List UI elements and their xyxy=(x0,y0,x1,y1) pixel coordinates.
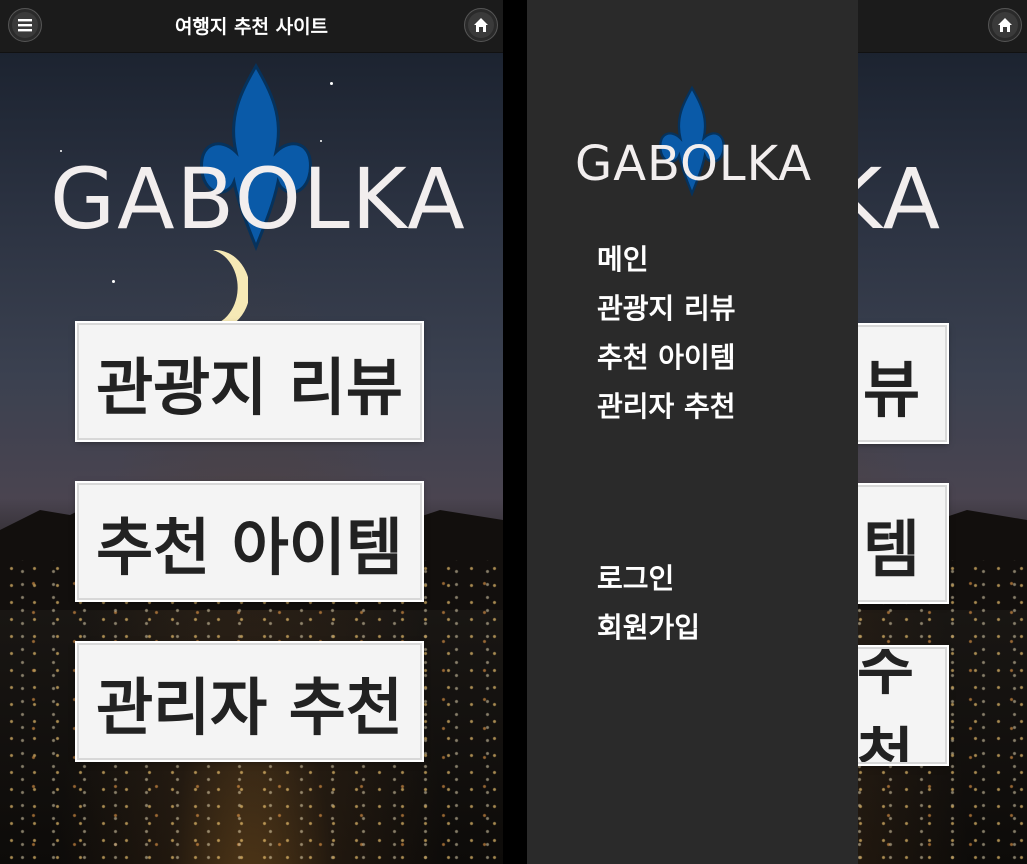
drawer-item-login[interactable]: 로그인 xyxy=(597,557,674,597)
page-title: 여행지 추천 사이트 xyxy=(174,16,329,38)
drawer-item-signup[interactable]: 회원가입 xyxy=(597,606,700,646)
recommended-items-button[interactable]: 템 xyxy=(855,485,947,602)
top-bar: 여행지 추천 사이트 xyxy=(0,0,503,53)
tour-review-button[interactable]: 관광지 리뷰 xyxy=(77,323,422,440)
side-drawer: GABOLKA 메인 관광지 리뷰 추천 아이템 관리자 추천 로그인 회원가입 xyxy=(527,0,858,864)
home-icon xyxy=(998,18,1012,32)
gabolka-logo: GABOLKA xyxy=(575,80,815,210)
home-button[interactable] xyxy=(464,8,498,42)
recommended-items-button[interactable]: 추천 아이템 xyxy=(77,483,422,600)
logo-text: GABOLKA xyxy=(50,150,467,248)
gabolka-logo: GABOLKA xyxy=(50,62,465,272)
home-icon xyxy=(474,18,488,32)
tour-review-button[interactable]: 뷰 xyxy=(855,325,947,442)
screen-divider xyxy=(503,0,527,864)
logo-text: GABOLKA xyxy=(575,136,813,192)
main-screen: 여행지 추천 사이트 GABOLKA 관광지 리뷰 추천 아이템 관리자 추천 xyxy=(0,0,503,864)
drawer-item-admin-recommend[interactable]: 관리자 추천 xyxy=(597,385,736,425)
drawer-item-tour-review[interactable]: 관광지 리뷰 xyxy=(597,287,736,327)
admin-recommend-button[interactable]: 관리자 추천 xyxy=(77,643,422,760)
home-button[interactable] xyxy=(988,8,1022,42)
admin-recommend-button[interactable]: 추천 xyxy=(855,647,947,764)
drawer-item-main[interactable]: 메인 xyxy=(597,238,649,278)
drawer-item-recommended-items[interactable]: 추천 아이템 xyxy=(597,336,736,376)
